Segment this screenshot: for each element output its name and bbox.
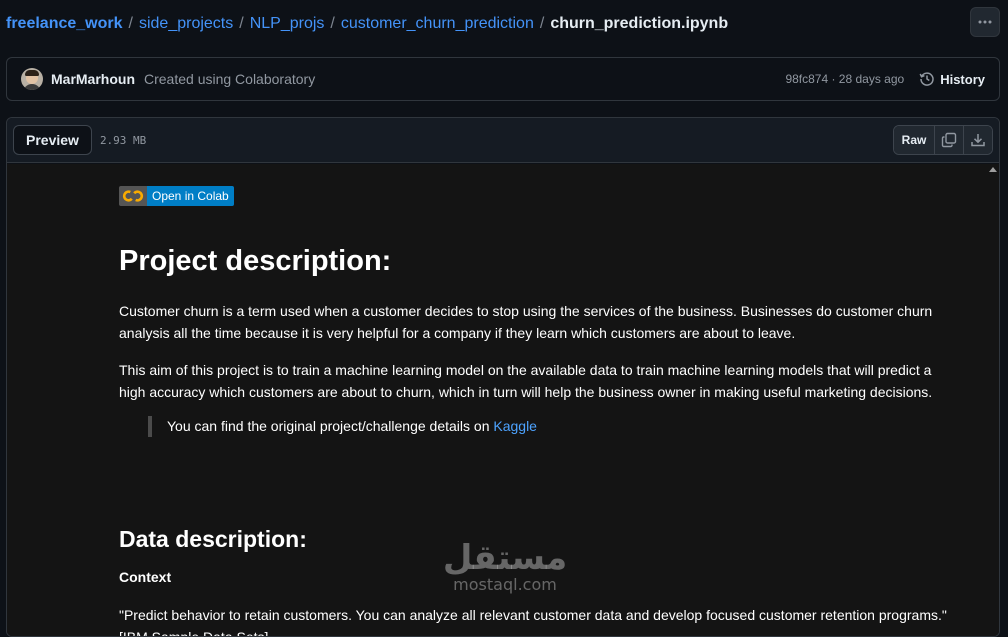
file-size: 2.93 MB xyxy=(99,133,147,147)
paragraph: "Predict behavior to retain customers. Y… xyxy=(119,607,947,637)
breadcrumb-current-file: churn_prediction.ipynb xyxy=(550,15,729,32)
file-header: Preview 2.93 MB Raw xyxy=(7,118,999,163)
badge-text: Open in Colab xyxy=(147,186,234,206)
breadcrumb-separator: / xyxy=(330,15,335,32)
kebab-horizontal-icon xyxy=(978,20,992,24)
scroll-up-arrow[interactable] xyxy=(989,167,997,172)
copy-icon xyxy=(941,132,957,148)
file-viewer: Preview 2.93 MB Raw Open in Colab Projec… xyxy=(6,117,1000,637)
history-button[interactable]: History xyxy=(919,71,985,87)
notebook-render[interactable]: Open in Colab Project description: Custo… xyxy=(7,164,999,637)
paragraph: This aim of this project is to train a m… xyxy=(119,362,933,400)
breadcrumb-separator: / xyxy=(239,15,244,32)
context-label: Context xyxy=(119,569,172,585)
preview-tab[interactable]: Preview xyxy=(13,125,92,155)
breadcrumb-link-folder[interactable]: side_projects xyxy=(139,15,233,33)
file-actions: Raw xyxy=(893,125,993,155)
breadcrumb-link-repo[interactable]: freelance_work xyxy=(6,15,123,33)
more-options-button[interactable] xyxy=(970,7,1000,37)
breadcrumb: freelance_work / side_projects / NLP_pro… xyxy=(6,13,728,35)
breadcrumb-separator: / xyxy=(539,15,545,32)
commit-message[interactable]: Created using Colaboratory xyxy=(144,71,315,87)
download-button[interactable] xyxy=(963,126,992,154)
kaggle-link[interactable]: Kaggle xyxy=(493,418,537,434)
breadcrumb-link-folder[interactable]: customer_churn_prediction xyxy=(341,15,534,33)
quote-text: You can find the original project/challe… xyxy=(167,418,494,434)
paragraph: Customer churn is a term used when a cus… xyxy=(119,303,933,341)
section-heading: Project description: xyxy=(119,245,392,277)
blockquote: You can find the original project/challe… xyxy=(148,416,537,437)
copy-raw-button[interactable] xyxy=(934,126,963,154)
section-heading: Data description: xyxy=(119,526,307,552)
breadcrumb-link-folder[interactable]: NLP_projs xyxy=(250,15,325,33)
history-icon xyxy=(919,72,934,86)
latest-commit-bar: MarMarhoun Created using Colaboratory 98… xyxy=(6,57,1000,101)
history-label: History xyxy=(940,71,985,87)
raw-button[interactable]: Raw xyxy=(894,126,934,154)
open-in-colab-badge[interactable]: Open in Colab xyxy=(119,186,234,206)
breadcrumb-separator: / xyxy=(128,15,133,32)
commit-sha-and-date[interactable]: 98fc874 · 28 days ago xyxy=(785,72,904,86)
avatar[interactable] xyxy=(21,68,43,90)
colab-logo-icon xyxy=(119,186,147,206)
commit-author[interactable]: MarMarhoun xyxy=(51,71,135,87)
download-icon xyxy=(971,134,985,147)
